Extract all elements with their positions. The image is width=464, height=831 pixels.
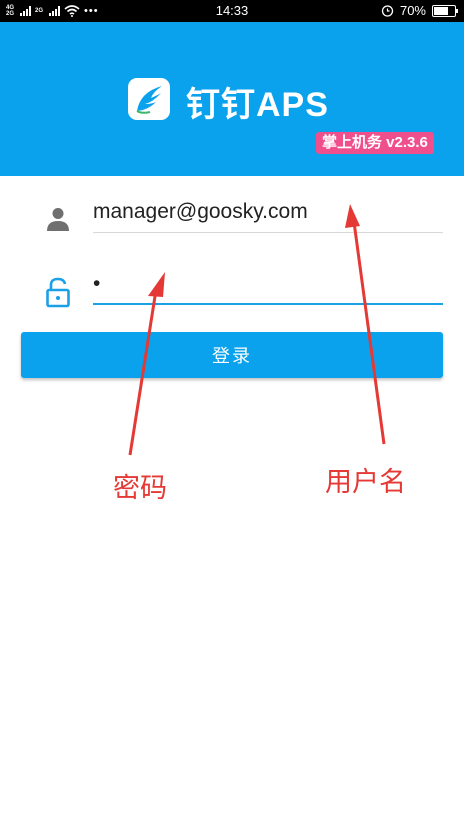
password-arrow bbox=[128, 272, 165, 456]
username-arrow bbox=[345, 204, 386, 445]
annotation-arrows bbox=[128, 204, 386, 456]
username-annotation: 用户名 bbox=[325, 467, 406, 498]
password-annotation: 密码 bbox=[113, 473, 167, 504]
